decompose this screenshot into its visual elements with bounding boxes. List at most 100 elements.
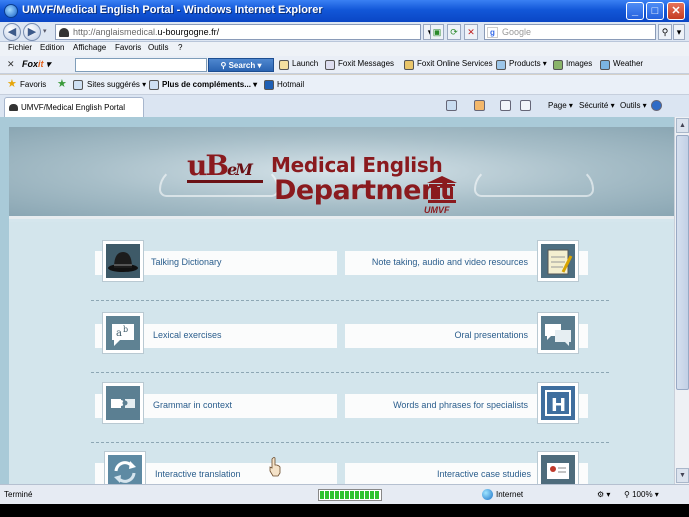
menu-edit[interactable]: Edition <box>40 43 64 52</box>
title-bar[interactable]: UMVF/Medical English Portal - Windows In… <box>0 0 689 22</box>
online-services-icon <box>404 60 414 70</box>
foxit-logo[interactable]: Foxit ▾ <box>22 59 51 70</box>
menu-bar: Fichier Edition Affichage Favoris Outils… <box>0 42 689 56</box>
print-icon[interactable] <box>520 100 531 111</box>
foxit-online-services[interactable]: Foxit Online Services <box>417 59 493 68</box>
help-icon[interactable] <box>651 100 662 111</box>
scroll-thumb[interactable] <box>676 135 689 390</box>
suggested-sites-icon <box>73 80 83 90</box>
close-button[interactable]: ✕ <box>667 2 685 20</box>
speech-bubble-ab-icon[interactable]: ab <box>103 313 143 353</box>
foxit-search-input[interactable] <box>75 58 207 72</box>
progress-bar <box>318 489 382 501</box>
menu-help[interactable]: ? <box>178 43 182 52</box>
zoom-control[interactable]: ⚲ 100% ▾ <box>624 490 659 499</box>
search-placeholder: Google <box>502 27 532 37</box>
foxit-search-button[interactable]: ⚲ Search ▾ <box>208 58 274 72</box>
back-button[interactable]: ◀ <box>3 23 21 41</box>
link-label: Oral presentations <box>454 330 528 340</box>
hotmail-icon <box>264 80 274 90</box>
separator <box>91 300 609 301</box>
puzzle-icon[interactable] <box>103 383 143 423</box>
separator <box>91 442 609 443</box>
tools-menu[interactable]: Outils ▾ <box>620 101 647 110</box>
link-label: Lexical exercises <box>153 330 222 340</box>
ube-logo-underline <box>187 180 263 183</box>
menu-file[interactable]: Fichier <box>8 43 32 52</box>
site-page: uBeM Medical English Department UMVF Tal… <box>9 127 674 484</box>
presentation-icon[interactable] <box>538 452 578 484</box>
site-favicon-icon <box>59 28 69 37</box>
favorites-star-icon: ★ <box>7 78 17 90</box>
scroll-up-icon[interactable]: ▲ <box>676 118 689 133</box>
hotmail-link[interactable]: Hotmail <box>277 80 304 89</box>
refresh-icon[interactable]: ⟳ <box>447 24 461 40</box>
suggested-sites[interactable]: Sites suggérés ▾ <box>87 80 146 89</box>
notepad-icon[interactable] <box>538 241 578 281</box>
address-url: http://anglaismedical.u-bourgogne.fr/ <box>73 27 220 37</box>
foxit-toolbar: ✕ Foxit ▾ ⚲ Search ▾ Launch Foxit Messag… <box>0 56 689 74</box>
menu-favorites[interactable]: Favoris <box>115 43 141 52</box>
ube-logo: uBeM <box>187 149 253 182</box>
security-menu[interactable]: Sécurité ▾ <box>579 101 615 110</box>
stop-icon[interactable]: ✕ <box>464 24 478 40</box>
progress-fill <box>320 491 380 499</box>
foxit-products[interactable]: Products ▾ <box>509 59 547 68</box>
right-ornament <box>474 167 594 197</box>
zone-label: Internet <box>496 490 524 499</box>
minimize-button[interactable]: _ <box>626 2 644 20</box>
vertical-scrollbar[interactable]: ▲ ▼ <box>674 117 689 484</box>
feeds-icon[interactable] <box>474 100 485 111</box>
status-bar: Terminé Internet ⚙ ▾ ⚲ 100% ▾ <box>0 484 689 504</box>
search-go-icon[interactable]: ⚲ <box>658 24 672 40</box>
favorites-bar: ★ Favoris ★ Sites suggérés ▾ Plus de com… <box>0 75 689 95</box>
compatibility-icon[interactable]: ▣ <box>430 24 444 40</box>
search-options-icon[interactable]: ▾ <box>673 24 685 40</box>
foxit-launch[interactable]: Launch <box>292 59 318 68</box>
more-addons[interactable]: Plus de compléments... ▾ <box>162 80 257 89</box>
protected-mode-icon[interactable]: ⚙ ▾ <box>597 490 610 499</box>
tab-row: UMVF/Medical English Portal Page ▾ Sécur… <box>0 95 689 117</box>
foxit-messages[interactable]: Foxit Messages <box>338 59 394 68</box>
link-label: Interactive case studies <box>436 469 531 479</box>
add-favorite-icon[interactable]: ★ <box>57 79 67 90</box>
favorites-button[interactable]: Favoris <box>20 80 46 89</box>
launch-icon <box>279 60 289 70</box>
status-text: Terminé <box>4 490 33 499</box>
menu-view[interactable]: Affichage <box>73 43 106 52</box>
temple-icon <box>427 176 457 203</box>
page-menu[interactable]: Page ▾ <box>548 101 573 110</box>
arrows-cycle-icon[interactable] <box>105 452 145 484</box>
link-label: Talking Dictionary <box>151 257 222 267</box>
svg-text:H: H <box>551 395 566 416</box>
history-dropdown-icon[interactable]: ▾ <box>43 27 47 35</box>
umvf-label: UMVF <box>424 205 450 215</box>
address-row: ◀ ▶ ▾ http://anglaismedical.u-bourgogne.… <box>0 22 689 42</box>
link-label: Interactive translation <box>155 469 241 479</box>
svg-text:b: b <box>123 325 128 334</box>
google-icon: g <box>487 27 498 38</box>
foxit-images[interactable]: Images <box>566 59 592 68</box>
window-title: UMVF/Medical English Portal - Windows In… <box>22 4 323 16</box>
scroll-down-icon[interactable]: ▼ <box>676 468 689 483</box>
mail-icon[interactable] <box>500 100 511 111</box>
tab-umvf[interactable]: UMVF/Medical English Portal <box>4 97 144 117</box>
hospital-sign-icon[interactable]: H <box>538 383 578 423</box>
separator <box>91 372 609 373</box>
address-input[interactable]: http://anglaismedical.u-bourgogne.fr/ <box>55 24 421 40</box>
messages-icon <box>325 60 335 70</box>
toolbar-close-icon[interactable]: ✕ <box>7 59 15 70</box>
foxit-weather[interactable]: Weather <box>613 59 643 68</box>
ie-app-icon[interactable] <box>4 4 18 18</box>
maximize-button[interactable]: □ <box>646 2 664 20</box>
bowler-hat-icon[interactable] <box>103 241 143 281</box>
search-input[interactable]: g Google <box>484 24 656 40</box>
site-banner: uBeM Medical English Department UMVF <box>9 127 674 219</box>
home-icon[interactable] <box>446 100 457 111</box>
hand-cursor-icon <box>269 457 281 477</box>
chat-bubbles-icon[interactable] <box>538 313 578 353</box>
menu-tools[interactable]: Outils <box>148 43 168 52</box>
forward-button[interactable]: ▶ <box>23 23 41 41</box>
link-label: Note taking, audio and video resources <box>371 257 528 267</box>
tab-label: UMVF/Medical English Portal <box>21 103 126 112</box>
